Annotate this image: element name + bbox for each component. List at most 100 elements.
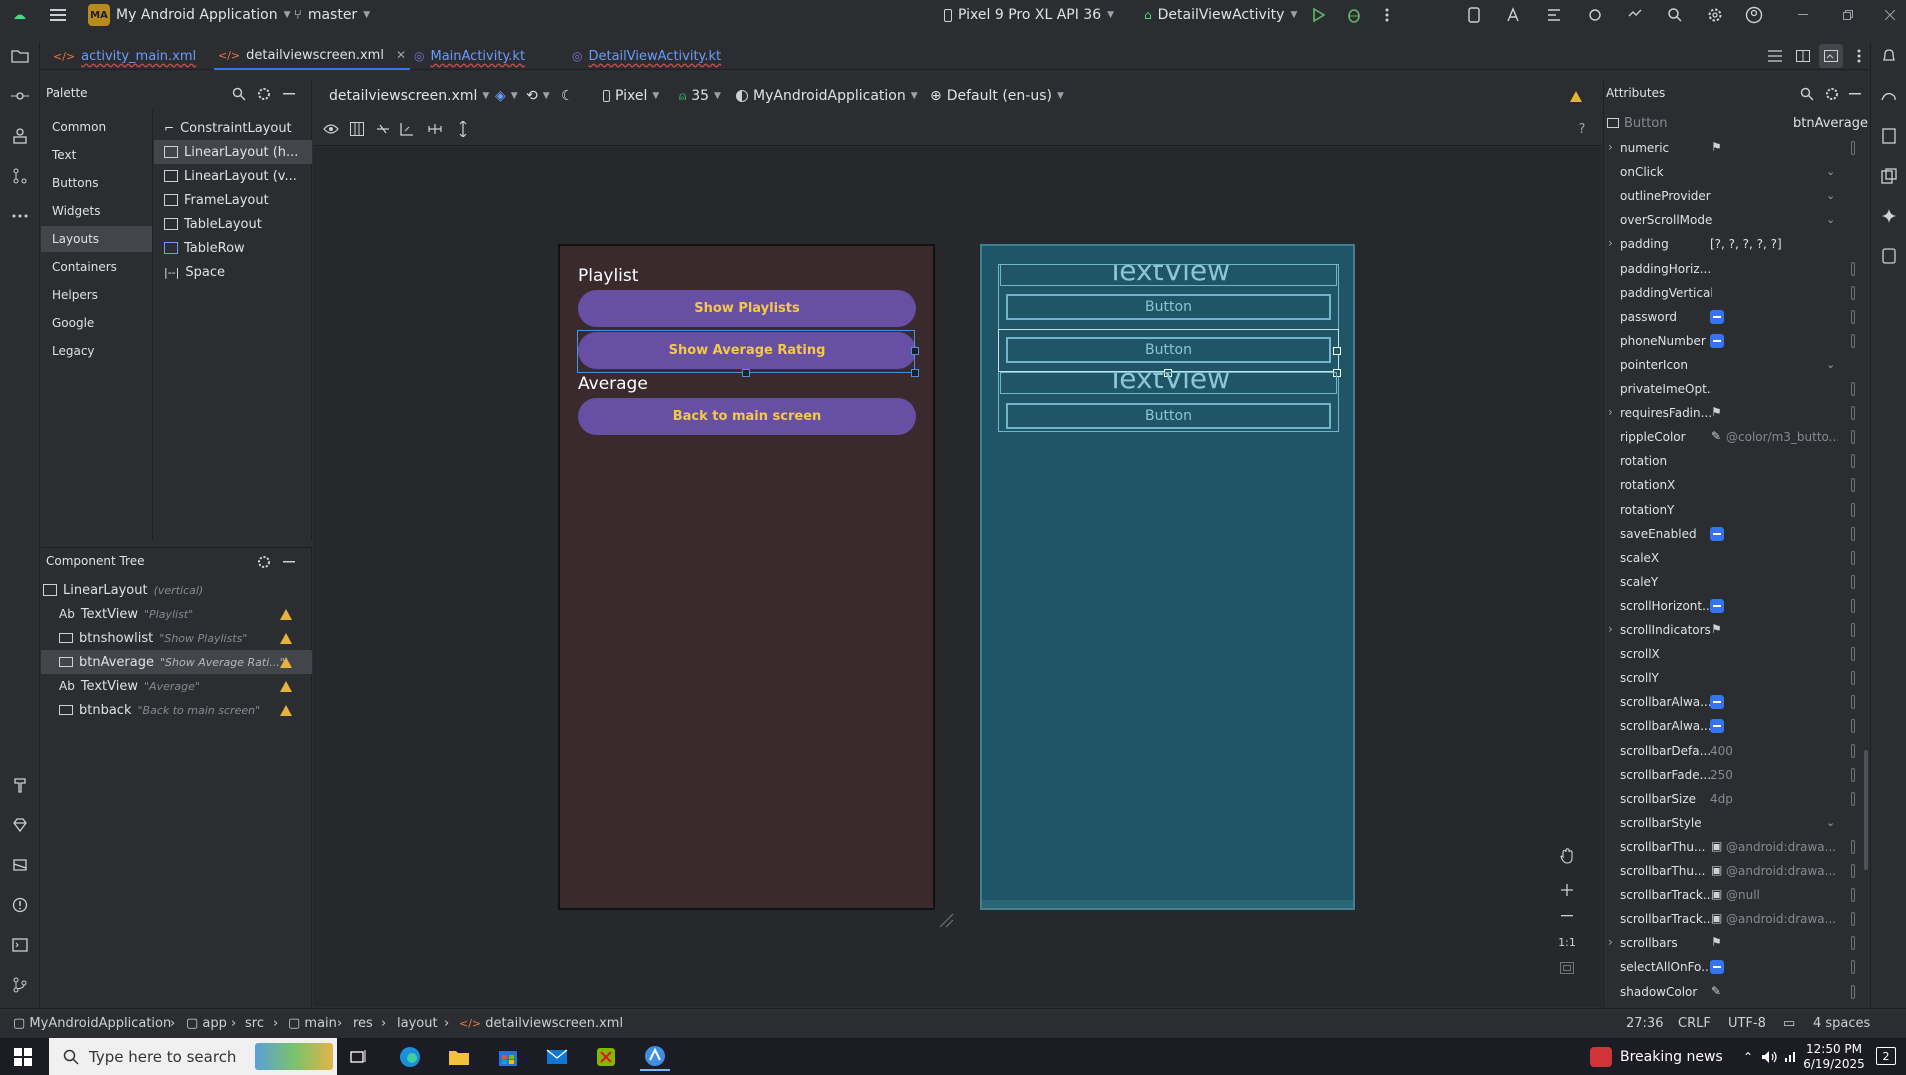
- mail-icon[interactable]: [542, 1043, 572, 1071]
- readonly-toggle-icon[interactable]: ▭: [1783, 1016, 1795, 1031]
- attribute-row[interactable]: scrollbarTrack... ▣ @null: [1604, 883, 1870, 907]
- attribute-row[interactable]: paddingHoriz...: [1604, 257, 1870, 281]
- attribute-resource-picker[interactable]: [1851, 550, 1855, 565]
- build-hammer-icon[interactable]: [8, 773, 32, 797]
- attribute-row[interactable]: overScrollMode ⌄: [1604, 208, 1870, 232]
- more-tools-icon[interactable]: [8, 204, 32, 228]
- chevron-down-icon[interactable]: ⌄: [1826, 358, 1835, 371]
- run-config-selector[interactable]: ⌂ DetailViewActivity ▼: [1144, 0, 1297, 30]
- problems-icon[interactable]: [8, 893, 32, 917]
- blueprint-button[interactable]: Button: [1006, 294, 1331, 320]
- minimize-panel-icon[interactable]: [277, 550, 301, 574]
- flag-icon[interactable]: ⚑: [1711, 935, 1722, 949]
- attribute-resource-picker[interactable]: [1851, 743, 1855, 758]
- attribute-row[interactable]: rotationX: [1604, 473, 1870, 497]
- attribute-row[interactable]: scrollbarThu... ▣ @android:drawa...: [1604, 859, 1870, 883]
- attribute-row[interactable]: scaleX: [1604, 546, 1870, 570]
- blueprint-textview[interactable]: TextView: [1000, 264, 1337, 286]
- attribute-row[interactable]: scrollbarAlwa...: [1604, 714, 1870, 738]
- breadcrumb-project[interactable]: ▢ MyAndroidApplication: [13, 1016, 171, 1031]
- sync-icon[interactable]: [1623, 3, 1647, 27]
- chevron-right-icon[interactable]: ›: [1608, 622, 1613, 636]
- warning-icon[interactable]: [280, 704, 292, 716]
- zoom-actual-size-button[interactable]: 1:1: [1553, 930, 1581, 954]
- attribute-row[interactable]: onClick ⌄: [1604, 160, 1870, 184]
- attribute-row[interactable]: › requiresFadin... ⚑: [1604, 401, 1870, 425]
- taskbar-search-box[interactable]: Type here to search: [49, 1038, 337, 1075]
- attribute-resource-picker[interactable]: [1851, 960, 1855, 975]
- toggle-layout-icon[interactable]: [347, 119, 367, 139]
- android-studio-icon[interactable]: [640, 1043, 670, 1071]
- device-selector[interactable]: Pixel 9 Pro XL API 36 ▼: [944, 0, 1114, 30]
- breadcrumb-res[interactable]: res: [353, 1016, 373, 1031]
- file-explorer-icon[interactable]: [444, 1043, 474, 1071]
- attribute-row[interactable]: rippleColor ✎ @color/m3_butto...: [1604, 425, 1870, 449]
- attribute-row[interactable]: selectAllOnFo...: [1604, 955, 1870, 979]
- microsoft-store-icon[interactable]: [493, 1043, 523, 1071]
- pan-hand-icon[interactable]: [1553, 844, 1581, 868]
- attribute-value[interactable]: 250: [1710, 768, 1838, 782]
- attribute-row[interactable]: scrollY: [1604, 666, 1870, 690]
- attribute-row[interactable]: phoneNumber: [1604, 329, 1870, 353]
- news-widget[interactable]: Breaking news: [1590, 1043, 1723, 1071]
- warning-icon[interactable]: [280, 656, 292, 668]
- attribute-resource-picker[interactable]: [1851, 454, 1855, 469]
- blueprint-preview[interactable]: TextView Button Button TextView Button: [980, 244, 1355, 910]
- attribute-value[interactable]: @color/m3_butto...: [1726, 430, 1838, 444]
- code-format-icon[interactable]: [1542, 3, 1566, 27]
- account-icon[interactable]: [1742, 3, 1766, 27]
- commit-icon[interactable]: [8, 84, 32, 108]
- locale-selector[interactable]: ⊕ Default (en-us) ▼: [930, 85, 1064, 107]
- attribute-resource-picker[interactable]: [1851, 984, 1855, 999]
- device-file-explorer-icon[interactable]: [1877, 124, 1901, 148]
- attribute-resource-picker[interactable]: [1851, 888, 1855, 903]
- branch-selector[interactable]: ⑂ master ▼: [294, 0, 370, 30]
- file-selector[interactable]: detailviewscreen.xml ▼: [329, 85, 489, 107]
- breadcrumb-layout[interactable]: layout: [397, 1016, 438, 1031]
- vertical-distribute-icon[interactable]: [453, 119, 473, 139]
- attribute-checkbox[interactable]: [1710, 598, 1724, 613]
- attribute-resource-picker[interactable]: [1851, 333, 1855, 348]
- attribute-value[interactable]: 400: [1710, 744, 1838, 758]
- settings-gear-icon[interactable]: [252, 550, 276, 574]
- tab-main-activity[interactable]: ◎ MainActivity.kt: [410, 42, 529, 70]
- breadcrumb-app[interactable]: ▢ app: [186, 1016, 227, 1031]
- main-menu-icon[interactable]: [46, 3, 70, 27]
- palette-category-buttons[interactable]: Buttons: [41, 170, 152, 196]
- attribute-resource-picker[interactable]: [1851, 864, 1855, 878]
- palette-item-linearlayout-v[interactable]: LinearLayout (v...: [154, 164, 312, 188]
- flag-icon[interactable]: ⚑: [1711, 622, 1722, 636]
- attribute-value[interactable]: @null: [1726, 888, 1838, 902]
- zoom-in-icon[interactable]: [1553, 878, 1581, 902]
- horizontal-distribute-icon[interactable]: [425, 119, 445, 139]
- palette-category-containers[interactable]: Containers: [41, 254, 152, 280]
- terminal-icon[interactable]: [8, 933, 32, 957]
- attribute-resource-picker[interactable]: [1851, 695, 1855, 710]
- gradle-icon[interactable]: [1877, 84, 1901, 108]
- attribute-row[interactable]: scrollbarTrack... ▣ @android:drawa...: [1604, 907, 1870, 931]
- attribute-row[interactable]: scrollbarSize 4dp: [1604, 787, 1870, 811]
- attribute-row[interactable]: saveEnabled: [1604, 522, 1870, 546]
- palette-category-legacy[interactable]: Legacy: [41, 338, 152, 364]
- close-window-icon[interactable]: [1878, 3, 1902, 27]
- pencil-icon[interactable]: ✎: [1711, 429, 1721, 443]
- attribute-row[interactable]: › numeric ⚑: [1604, 136, 1870, 160]
- orientation-selector[interactable]: ⟲ ▼: [526, 85, 550, 107]
- palette-category-layouts[interactable]: Layouts: [41, 226, 152, 252]
- attribute-resource-picker[interactable]: [1851, 526, 1855, 541]
- warning-icon[interactable]: [1570, 85, 1582, 107]
- blueprint-button[interactable]: Button: [1006, 337, 1331, 363]
- zoom-to-fit-icon[interactable]: [1553, 956, 1581, 980]
- blueprint-textview[interactable]: TextView: [1000, 372, 1337, 394]
- attribute-resource-picker[interactable]: [1851, 791, 1855, 806]
- zoom-out-icon[interactable]: [1553, 904, 1581, 928]
- resize-handle[interactable]: [911, 369, 919, 377]
- resource-manager-icon[interactable]: [8, 124, 32, 148]
- attribute-resource-picker[interactable]: [1851, 406, 1855, 421]
- attribute-resource-picker[interactable]: [1851, 912, 1855, 927]
- flag-icon[interactable]: ⚑: [1711, 405, 1722, 419]
- tree-row-btnaverage[interactable]: btnAverage "Show Average Rati...": [41, 650, 312, 674]
- attribute-row[interactable]: scrollHorizont...: [1604, 594, 1870, 618]
- design-surface-selector[interactable]: ◈ ▼: [495, 85, 518, 107]
- attribute-checkbox[interactable]: [1710, 719, 1724, 734]
